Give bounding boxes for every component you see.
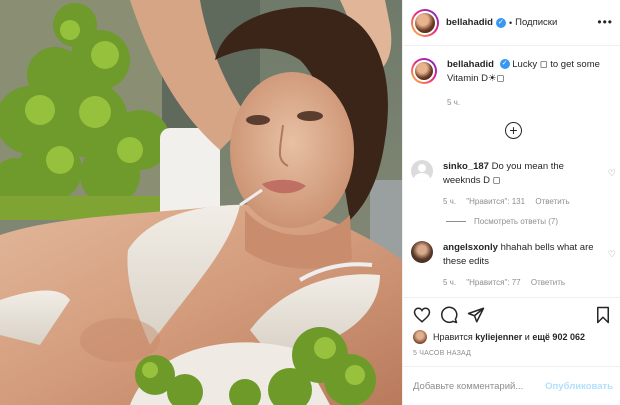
view-replies-label[interactable]: Посмотреть ответы (7)	[474, 217, 558, 226]
comment-like-heart-icon[interactable]: ♡	[608, 168, 616, 179]
verified-badge-icon: ✓	[495, 17, 506, 28]
comment-avatar[interactable]	[411, 241, 433, 263]
post-photo[interactable]	[0, 0, 402, 405]
more-options-icon[interactable]: •••	[597, 15, 613, 29]
header-separator: •	[508, 17, 513, 28]
post-photo-illustration	[0, 0, 402, 405]
like-heart-icon[interactable]	[413, 306, 431, 324]
post-time-ago[interactable]: 5 ЧАСОВ НАЗАД	[413, 350, 471, 357]
caption-username[interactable]: bellahadid	[447, 59, 494, 70]
comment-reply-button[interactable]: Ответить	[535, 197, 569, 206]
comment-like-heart-icon[interactable]: ♡	[608, 249, 616, 260]
comment-time[interactable]: 5 ч.	[443, 197, 456, 206]
caption-avatar-ring[interactable]	[411, 58, 437, 84]
comment-body: sinko_187 Do you mean the weeknds D ◻ 5 …	[443, 160, 603, 209]
comment-meta: 5 ч. "Нравится": 77 Ответить	[443, 276, 603, 290]
liker-avatar[interactable]	[413, 330, 427, 344]
comment-item: sinko_187 Do you mean the weeknds D ◻ 5 …	[411, 160, 616, 209]
comment-username[interactable]: angelsxonly	[443, 242, 498, 253]
comment-reply-button[interactable]: Ответить	[531, 278, 565, 287]
comment-username[interactable]: sinko_187	[443, 161, 489, 172]
post-header: bellahadid ✓ • Подписки •••	[403, 0, 620, 46]
caption-body: bellahadid ✓ Lucky ◻ to get some Vitamin…	[447, 58, 612, 110]
comment-likes[interactable]: "Нравится": 131	[466, 197, 525, 206]
comment-item: angelsxonly hhahah bells what are these …	[411, 241, 616, 290]
likes-prefix: Нравится	[433, 332, 473, 342]
author-avatar[interactable]	[413, 10, 437, 35]
comment-meta: 5 ч. "Нравится": 131 Ответить	[443, 195, 603, 209]
comment-time[interactable]: 5 ч.	[443, 278, 456, 287]
publish-comment-button[interactable]: Опубликовать	[545, 381, 613, 392]
liker-username[interactable]: kyliejenner	[475, 332, 522, 342]
add-comment-bar: Добавьте комментарий... Опубликовать	[403, 366, 620, 405]
view-replies-line	[446, 221, 466, 222]
add-comment-input[interactable]: Добавьте комментарий...	[413, 381, 523, 392]
comment-avatar-placeholder[interactable]	[411, 160, 433, 182]
comment-body: angelsxonly hhahah bells what are these …	[443, 241, 603, 290]
comment-likes[interactable]: "Нравится": 77	[466, 278, 520, 287]
view-replies-link[interactable]: Посмотреть ответы (7)	[446, 217, 558, 226]
post-caption: bellahadid ✓ Lucky ◻ to get some Vitamin…	[411, 58, 616, 110]
likes-conjunction: и	[524, 332, 530, 342]
caption-time[interactable]: 5 ч.	[447, 96, 612, 110]
following-button[interactable]: Подписки	[515, 17, 557, 28]
comment-bubble-icon[interactable]	[440, 306, 458, 324]
caption-avatar[interactable]	[413, 60, 435, 82]
load-more-comments-icon[interactable]: +	[505, 122, 522, 139]
author-username[interactable]: bellahadid	[446, 17, 493, 28]
share-send-icon[interactable]	[467, 306, 485, 324]
likes-count[interactable]: ещё 902 062	[532, 332, 585, 342]
save-bookmark-icon[interactable]	[594, 306, 612, 324]
post-details-pane: bellahadid ✓ • Подписки ••• bellahadid ✓…	[402, 0, 620, 405]
likes-summary: Нравится kyliejenner и ещё 902 062	[413, 330, 585, 344]
post-actions-bar	[403, 297, 620, 327]
caption-verified-badge-icon: ✓	[499, 59, 510, 70]
author-avatar-ring[interactable]	[411, 8, 439, 37]
